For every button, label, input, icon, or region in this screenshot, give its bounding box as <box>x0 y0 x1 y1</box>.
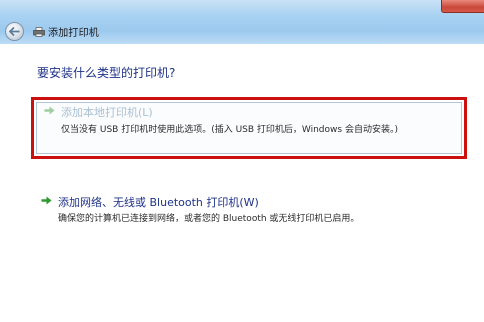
add-local-printer-description: 仅当没有 USB 打印机时使用此选项。(插入 USB 打印机后，Windows … <box>61 125 398 135</box>
close-button[interactable] <box>441 0 484 13</box>
add-network-printer-description: 确保您的计算机已连接到网络，或者您的 Bluetooth 或无线打印机已启用。 <box>58 214 360 224</box>
printer-icon <box>33 27 45 37</box>
add-local-printer-option[interactable]: 添加本地打印机(L) 仅当没有 USB 打印机时使用此选项。(插入 USB 打印… <box>31 97 467 159</box>
title-bar: 添加打印机 <box>0 0 484 44</box>
green-arrow-icon <box>44 106 55 115</box>
add-network-printer-option[interactable]: 添加网络、无线或 Bluetooth 打印机(W) 确保您的计算机已连接到网络，… <box>31 184 467 224</box>
green-arrow-icon <box>41 196 52 205</box>
page-heading: 要安装什么类型的打印机? <box>37 66 176 80</box>
wizard-content: 要安装什么类型的打印机? 添加本地打印机(L) 仅当没有 USB 打印机时使用此… <box>0 44 484 322</box>
add-network-printer-label: 添加网络、无线或 Bluetooth 打印机(W) <box>58 196 259 209</box>
back-arrow-icon <box>9 27 20 36</box>
back-button[interactable] <box>5 22 24 41</box>
add-local-printer-label: 添加本地打印机(L) <box>61 106 153 119</box>
window-title: 添加打印机 <box>48 28 99 39</box>
